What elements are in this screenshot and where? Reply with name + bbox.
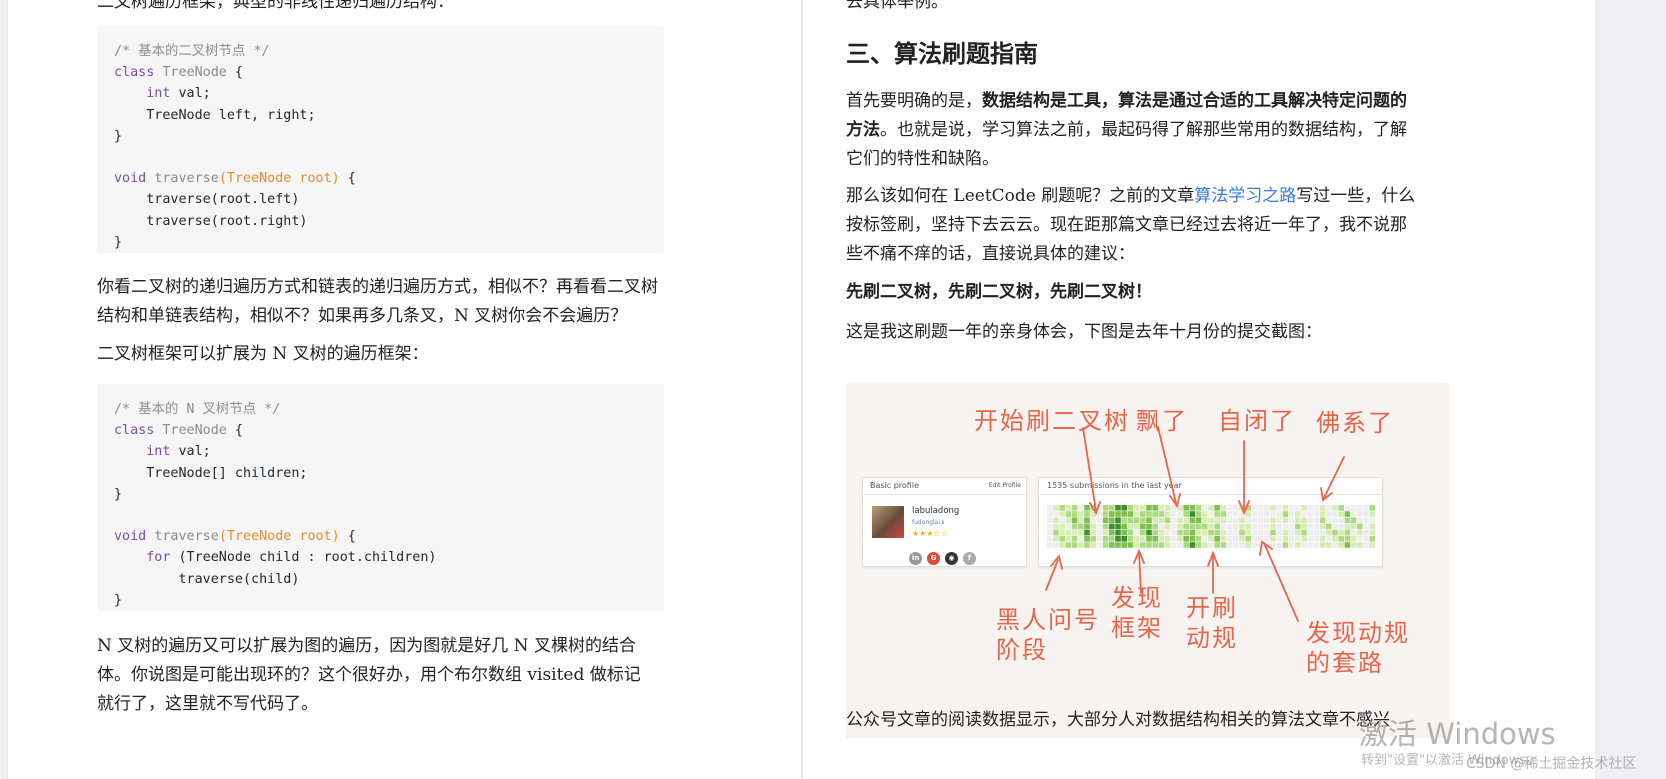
handwritten-note: 黑人问号 阶段 <box>996 606 1100 664</box>
code-line: traverse(root.right) <box>114 211 356 232</box>
handwritten-note: 飘了 <box>1136 407 1188 435</box>
code-token: TreeNode <box>162 423 227 439</box>
paragraph-cut-right: 去具体举例。 <box>846 0 948 12</box>
code-line: int val; <box>114 83 356 104</box>
code-token: void <box>114 529 147 545</box>
code-line: TreeNode[] children; <box>114 463 436 484</box>
code-token: (TreeNode root) <box>218 529 340 545</box>
handwritten-note: 发现 框架 <box>1111 584 1163 642</box>
code-token: class <box>114 65 155 81</box>
code-token: (TreeNode child : root.children) <box>170 550 437 566</box>
code-token: for <box>146 550 171 566</box>
code-n-tree: /* 基本的 N 叉树节点 */ class TreeNode { int val… <box>114 399 436 611</box>
handwritten-note: 自闭了 <box>1218 407 1296 435</box>
code-line: } <box>114 126 356 147</box>
code-token: class <box>114 423 155 439</box>
submission-screenshot: Basic profile Edit Profile labuladong fu… <box>846 383 1449 738</box>
code-line: /* 基本的二叉树节点 */ <box>114 41 356 62</box>
paragraph-graph: N 叉树的遍历又可以扩展为图的遍历，因为图就是好几 N 叉棵树的结合体。你说图是… <box>97 636 641 714</box>
code-token: } <box>114 592 123 608</box>
code-line: int val; <box>114 441 436 462</box>
code-token: { <box>339 529 356 545</box>
code-token: (TreeNode root) <box>218 171 340 187</box>
code-line: traverse(child) <box>114 569 436 590</box>
paragraph-advice: 先刷二叉树，先刷二叉树，先刷二叉树！ <box>846 282 1152 302</box>
code-token: { <box>226 65 243 81</box>
code-token: traverse(child) <box>114 571 300 587</box>
code-line: void traverse(TreeNode root) { <box>114 526 436 547</box>
paragraph-ntree-intro: 二叉树框架可以扩展为 N 叉树的遍历框架： <box>97 344 429 364</box>
paragraph-compare: 你看二叉树的递归遍历方式和链表的递归遍历方式，相似不？再看看二叉树结构和单链表结… <box>97 277 658 326</box>
code-binary-tree: /* 基本的二叉树节点 */class TreeNode { int val; … <box>114 41 356 253</box>
document-page-right: 去具体举例。 三、算法刷题指南 首先要明确的是，数据结构是工具，算法是通过合适的… <box>803 0 1595 779</box>
code-line: /* 基本的 N 叉树节点 */ <box>114 399 436 420</box>
code-token: } <box>114 128 123 144</box>
code-token: val; <box>170 86 211 102</box>
handwritten-note: 发现动规 的套路 <box>1306 619 1410 677</box>
windows-activation-title: 激活 Windows <box>1359 717 1556 751</box>
code-token: int <box>146 86 171 102</box>
paragraph-cut: 二叉树遍历框架，典型的非线性递归遍历结构： <box>97 0 454 12</box>
code-token: TreeNode left, right; <box>114 107 316 123</box>
paragraph-reader-stats: 公众号文章的阅读数据显示，大部分人对数据结构相关的算法文章不感兴 <box>846 710 1390 730</box>
code-line: } <box>114 232 356 253</box>
code-line: traverse(root.left) <box>114 189 356 210</box>
code-token: /* 基本的 N 叉树节点 */ <box>114 402 281 417</box>
handwritten-note: 开始刷二叉树 <box>974 407 1130 435</box>
handwritten-note: 佛系了 <box>1316 409 1394 437</box>
code-token: traverse <box>154 171 219 187</box>
code-token: int <box>146 444 171 460</box>
code-block-binary-tree: /* 基本的二叉树节点 */class TreeNode { int val; … <box>97 26 664 253</box>
code-line: } <box>114 484 436 505</box>
code-token: { <box>339 171 356 187</box>
code-token: void <box>114 171 147 187</box>
code-token: /* 基本的二叉树节点 */ <box>114 44 270 59</box>
code-token: TreeNode[] children; <box>114 465 308 481</box>
code-token: traverse(root.right) <box>114 213 308 229</box>
code-token: } <box>114 234 123 250</box>
section-heading: 三、算法刷题指南 <box>846 39 1038 68</box>
code-line: class TreeNode { <box>114 420 436 441</box>
paragraph-leetcode: 那么该如何在 LeetCode 刷题呢？之前的文章算法学习之路写过一些，什么按标… <box>846 186 1416 264</box>
code-token: val; <box>170 444 211 460</box>
code-line: void traverse(TreeNode root) { <box>114 168 356 189</box>
code-token: TreeNode <box>162 65 227 81</box>
code-line: TreeNode left, right; <box>114 105 356 126</box>
paragraph-screenshot-intro: 这是我这刷题一年的亲身体会，下图是去年十月份的提交截图： <box>846 322 1322 342</box>
paragraph-tools: 首先要明确的是，数据结构是工具，算法是通过合适的工具解决特定问题的方法。也就是说… <box>846 91 1407 169</box>
code-token: traverse(root.left) <box>114 192 300 208</box>
site-watermark: CSDN @稀土掘金技术社区 <box>1466 756 1637 772</box>
handwritten-note: 开刷 动规 <box>1186 594 1238 652</box>
code-token: traverse <box>154 529 219 545</box>
code-line: for (TreeNode child : root.children) <box>114 547 436 568</box>
code-token: { <box>226 423 243 439</box>
code-block-n-tree: /* 基本的 N 叉树节点 */ class TreeNode { int val… <box>97 384 664 611</box>
code-line: } <box>114 590 436 611</box>
code-line: class TreeNode { <box>114 62 356 83</box>
document-page-left: 二叉树遍历框架，典型的非线性递归遍历结构： /* 基本的二叉树节点 */ clas… <box>8 0 801 779</box>
article-link[interactable]: 算法学习之路 <box>1194 186 1296 206</box>
page-gutter <box>1595 0 1666 779</box>
code-token: } <box>114 486 123 502</box>
